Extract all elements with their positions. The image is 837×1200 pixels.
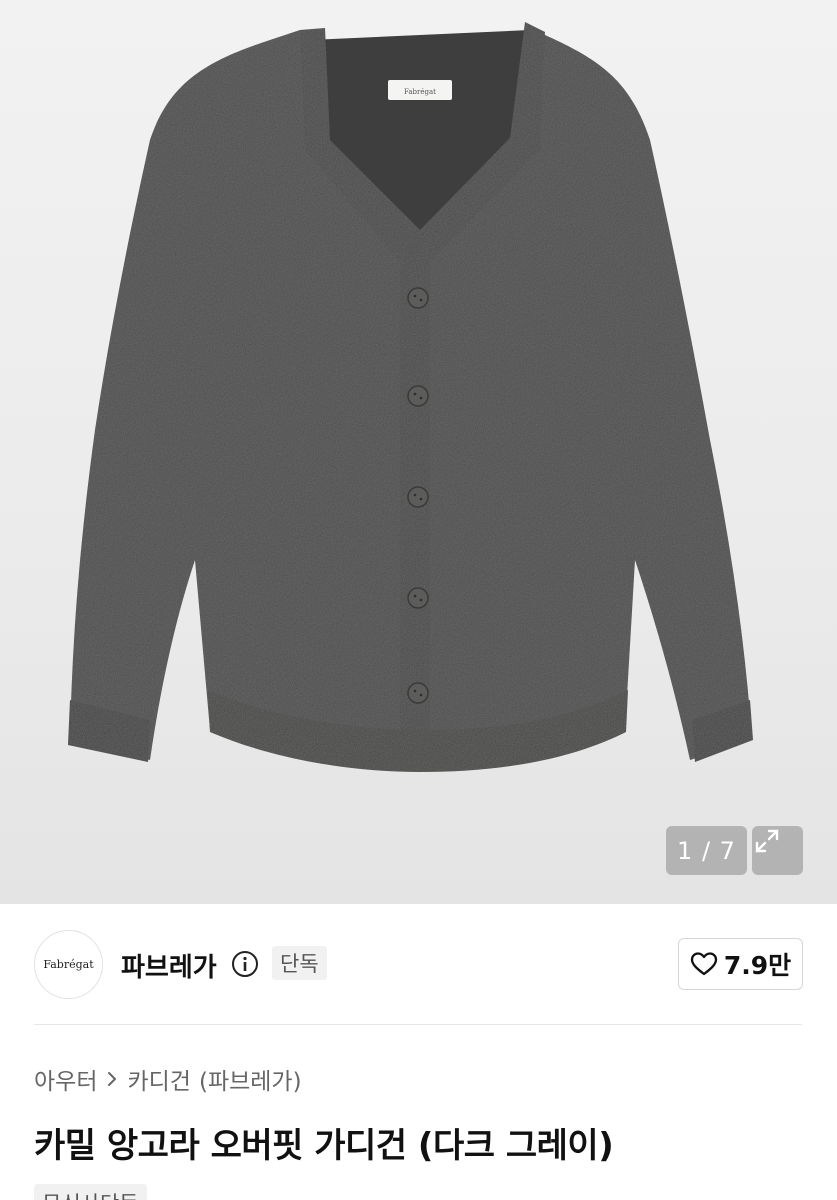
like-count: 7.9만 <box>723 951 792 980</box>
brand-logo[interactable]: Fabrégat <box>34 930 103 999</box>
breadcrumb-subcategory[interactable]: 카디건 <box>127 1062 190 1096</box>
brand-name[interactable]: 파브레가 <box>121 947 217 984</box>
chevron-right-icon <box>108 1072 117 1086</box>
info-icon[interactable] <box>231 950 259 978</box>
exclusive-badge: 단독 <box>272 946 327 980</box>
musinsa-exclusive-tag: 무신사단독 <box>34 1184 147 1200</box>
expand-image-button[interactable] <box>752 826 803 875</box>
expand-icon <box>755 829 779 853</box>
product-title: 카밀 앙고라 오버핏 가디건 (다크 그레이) <box>34 1126 614 1166</box>
breadcrumb-brand[interactable]: (파브레가) <box>199 1062 302 1096</box>
brand-row: Fabrégat 파브레가 단독 7.9만 <box>34 930 804 1000</box>
like-button[interactable]: 7.9만 <box>678 938 803 990</box>
cardigan-product-image: Fabrégat <box>68 22 753 772</box>
brand-logo-text: Fabrégat <box>43 958 94 971</box>
heart-icon <box>690 952 717 976</box>
product-image-gallery[interactable]: Fabrégat 1 / 7 <box>0 0 837 904</box>
image-counter: 1 / 7 <box>666 826 747 875</box>
breadcrumb-category[interactable]: 아우터 <box>34 1062 97 1096</box>
divider <box>34 1024 802 1025</box>
neck-label-text: Fabrégat <box>404 88 436 96</box>
breadcrumb: 아우터 카디건 (파브레가) <box>34 1062 302 1096</box>
